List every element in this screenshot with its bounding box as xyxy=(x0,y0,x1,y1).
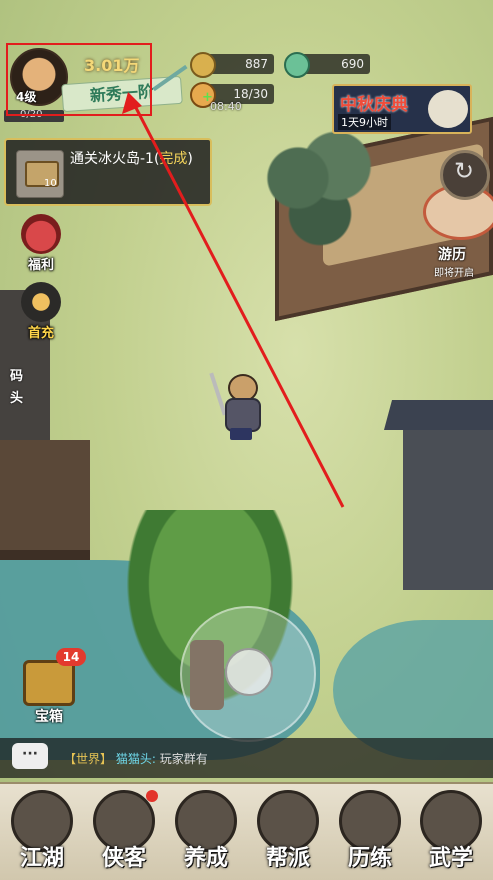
quest-text: 通关冰火岛-1(完成) xyxy=(70,146,210,172)
mid-autumn-event-banner[interactable]: 中秋庆典 1天9小时 xyxy=(332,84,472,134)
first-recharge-button[interactable]: 首充 xyxy=(16,282,66,341)
wooden-dock xyxy=(0,440,90,560)
pine-tree xyxy=(265,130,375,250)
quest-close-paren: ) xyxy=(187,151,193,167)
jade-value: 690 xyxy=(341,57,364,71)
event-art-icon xyxy=(428,90,468,128)
travel-label[interactable]: 游历 xyxy=(438,244,466,264)
chat-sender: 猫猫头: xyxy=(115,752,156,766)
stamina-timer: 08:40 xyxy=(210,100,242,113)
first-recharge-label: 首充 xyxy=(27,326,54,341)
chat-message: 【世界】 猫猫头: 玩家群有 xyxy=(64,750,208,767)
coin-icon xyxy=(190,52,216,78)
nav-cultivate[interactable]: 养成 xyxy=(166,784,246,876)
jade-counter[interactable]: 690 xyxy=(284,52,370,78)
treasure-badge: 14 xyxy=(56,648,86,666)
quest-reward-count: 10 xyxy=(44,178,57,189)
nav-label: 养成 xyxy=(183,845,228,871)
nav-label: 帮派 xyxy=(265,845,310,871)
nav-jianghu[interactable]: 江湖 xyxy=(2,784,82,876)
nav-label: 侠客 xyxy=(101,845,146,871)
quest-reward-icon xyxy=(16,150,64,198)
chat-text: 玩家群有 xyxy=(159,752,208,766)
nav-label: 江湖 xyxy=(19,845,64,871)
treasure-chest-button[interactable]: 宝箱 xyxy=(22,660,76,726)
welfare-label: 福利 xyxy=(27,258,54,273)
welfare-button[interactable]: 福利 xyxy=(16,214,66,273)
quest-status: 完成 xyxy=(159,151,188,167)
coin-value: 887 xyxy=(245,57,268,71)
treasure-chest-icon xyxy=(23,660,75,706)
refresh-icon[interactable] xyxy=(440,150,490,200)
nav-label: 历练 xyxy=(347,845,392,871)
quest-tracker[interactable]: 10 通关冰火岛-1(完成) xyxy=(4,138,212,206)
lucky-bag-icon xyxy=(21,214,61,254)
lion-mask-icon xyxy=(21,282,61,322)
jade-icon xyxy=(284,52,310,78)
player-character[interactable] xyxy=(209,372,266,442)
event-title: 中秋庆典 xyxy=(340,95,408,115)
chat-channel: 【世界】 xyxy=(64,752,113,766)
coin-counter[interactable]: 887 xyxy=(190,52,274,78)
event-time-left: 1天9小时 xyxy=(338,114,391,130)
nav-training[interactable]: 历练 xyxy=(330,784,410,876)
highlight-box xyxy=(6,43,152,116)
quest-name: 通关冰火岛-1( xyxy=(70,151,160,167)
travel-sub-label: 即将开启 xyxy=(434,268,474,279)
chat-bubble-icon[interactable]: ··· xyxy=(12,743,48,769)
nav-guild[interactable]: 帮派 xyxy=(248,784,328,876)
dock-label[interactable]: 码头 xyxy=(10,366,26,410)
notification-dot xyxy=(146,790,158,802)
right-house xyxy=(403,420,493,590)
treasure-label: 宝箱 xyxy=(35,709,63,725)
nav-martial-arts[interactable]: 武学 xyxy=(411,784,491,876)
nav-label: 武学 xyxy=(428,845,473,871)
joystick-knob[interactable] xyxy=(225,648,273,696)
